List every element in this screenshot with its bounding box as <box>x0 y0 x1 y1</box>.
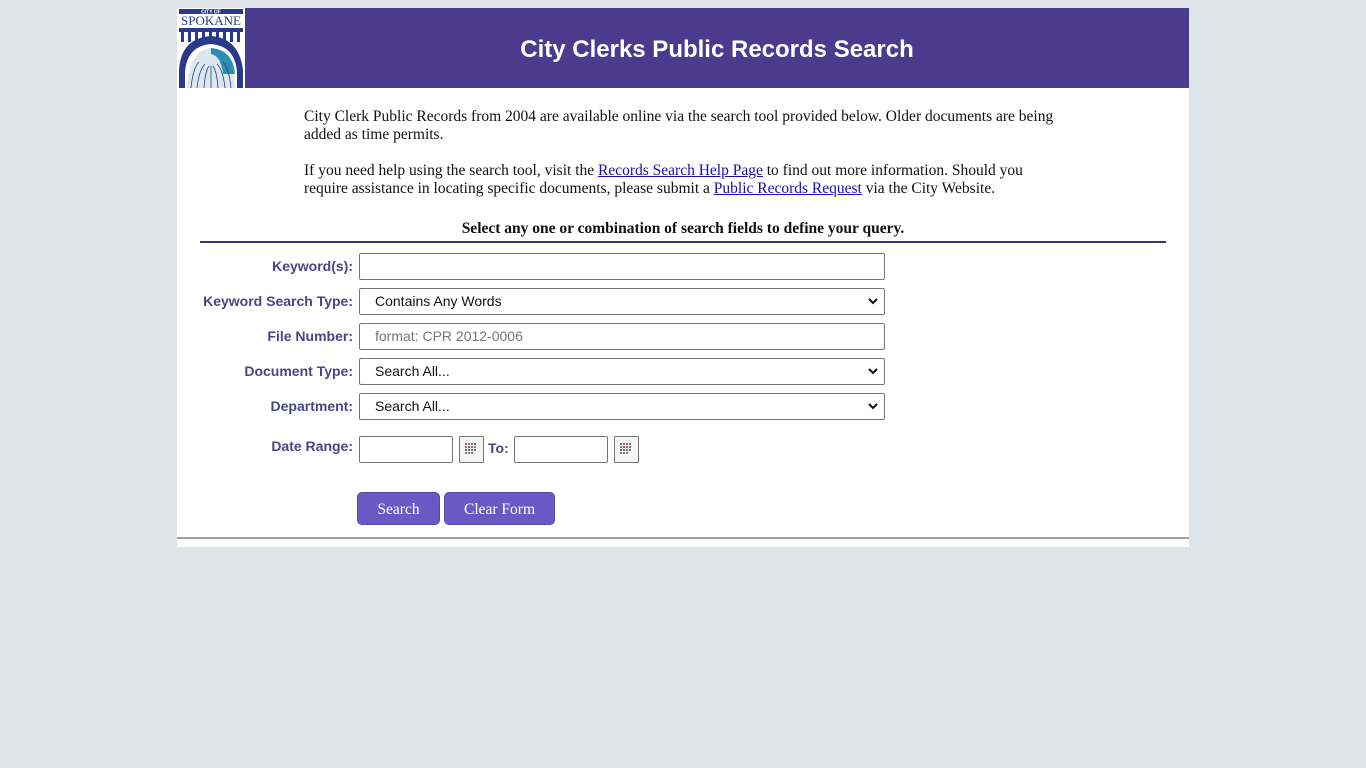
public-records-request-link[interactable]: Public Records Request <box>714 180 862 197</box>
date-to-label: To: <box>488 440 509 456</box>
header-banner: CITY OF SPOKANE City Clerks Public Recor… <box>177 8 1189 89</box>
intro-text: City Clerk Public Records from 2004 are … <box>304 108 1054 216</box>
search-type-label: Keyword Search Type: <box>203 293 353 309</box>
search-button[interactable]: Search <box>357 492 440 525</box>
document-type-select[interactable]: Search All... <box>359 358 885 385</box>
department-select[interactable]: Search All... <box>359 393 885 420</box>
page-container: CITY OF SPOKANE City Clerks Public Recor… <box>177 8 1189 547</box>
date-from-calendar-button[interactable] <box>459 436 484 463</box>
department-row: Department: Search All... <box>177 393 1189 420</box>
date-range-label: Date Range: <box>271 438 353 454</box>
department-label: Department: <box>270 398 353 414</box>
date-from-input[interactable] <box>359 436 453 463</box>
date-to-input[interactable] <box>514 436 608 463</box>
intro-text-segment: via the City Website. <box>861 180 996 197</box>
calendar-icon <box>620 443 631 454</box>
date-to-calendar-button[interactable] <box>614 436 639 463</box>
clear-form-button[interactable]: Clear Form <box>444 492 555 525</box>
footer-divider <box>177 537 1189 539</box>
page-title: City Clerks Public Records Search <box>520 36 914 63</box>
file-number-placeholder: format: CPR 2012-0006 <box>375 328 523 344</box>
search-type-selected: Contains Any Words <box>375 293 502 309</box>
search-instruction: Select any one or combination of search … <box>461 220 905 237</box>
records-search-help-link[interactable]: Records Search Help Page <box>598 162 763 179</box>
logo-name-text: SPOKANE <box>181 13 241 28</box>
search-type-select[interactable]: Contains Any Words <box>359 288 885 315</box>
file-number-input[interactable]: format: CPR 2012-0006 <box>359 323 885 350</box>
document-type-label: Document Type: <box>244 363 353 379</box>
intro-text-segment: If you need help using the search tool, … <box>304 162 599 179</box>
department-selected: Search All... <box>375 398 450 414</box>
chevron-down-icon <box>868 368 878 375</box>
file-number-row: File Number: format: CPR 2012-0006 <box>177 323 1189 350</box>
document-type-selected: Search All... <box>375 363 450 379</box>
intro-paragraph-1: City Clerk Public Records from 2004 are … <box>304 108 1054 143</box>
calendar-icon <box>465 443 476 454</box>
keywords-input[interactable] <box>359 253 885 280</box>
intro-paragraph-2: If you need help using the search tool, … <box>304 162 1054 198</box>
chevron-down-icon <box>868 403 878 410</box>
keywords-label: Keyword(s): <box>272 258 353 274</box>
section-divider <box>200 241 1166 243</box>
document-type-row: Document Type: Search All... <box>177 358 1189 385</box>
search-type-row: Keyword Search Type: Contains Any Words <box>177 288 1189 315</box>
keywords-row: Keyword(s): <box>177 253 1189 280</box>
chevron-down-icon <box>868 298 878 305</box>
file-number-label: File Number: <box>267 328 353 344</box>
city-of-spokane-logo[interactable]: CITY OF SPOKANE <box>177 8 245 89</box>
date-range-row: Date Range: To: <box>177 433 1189 463</box>
